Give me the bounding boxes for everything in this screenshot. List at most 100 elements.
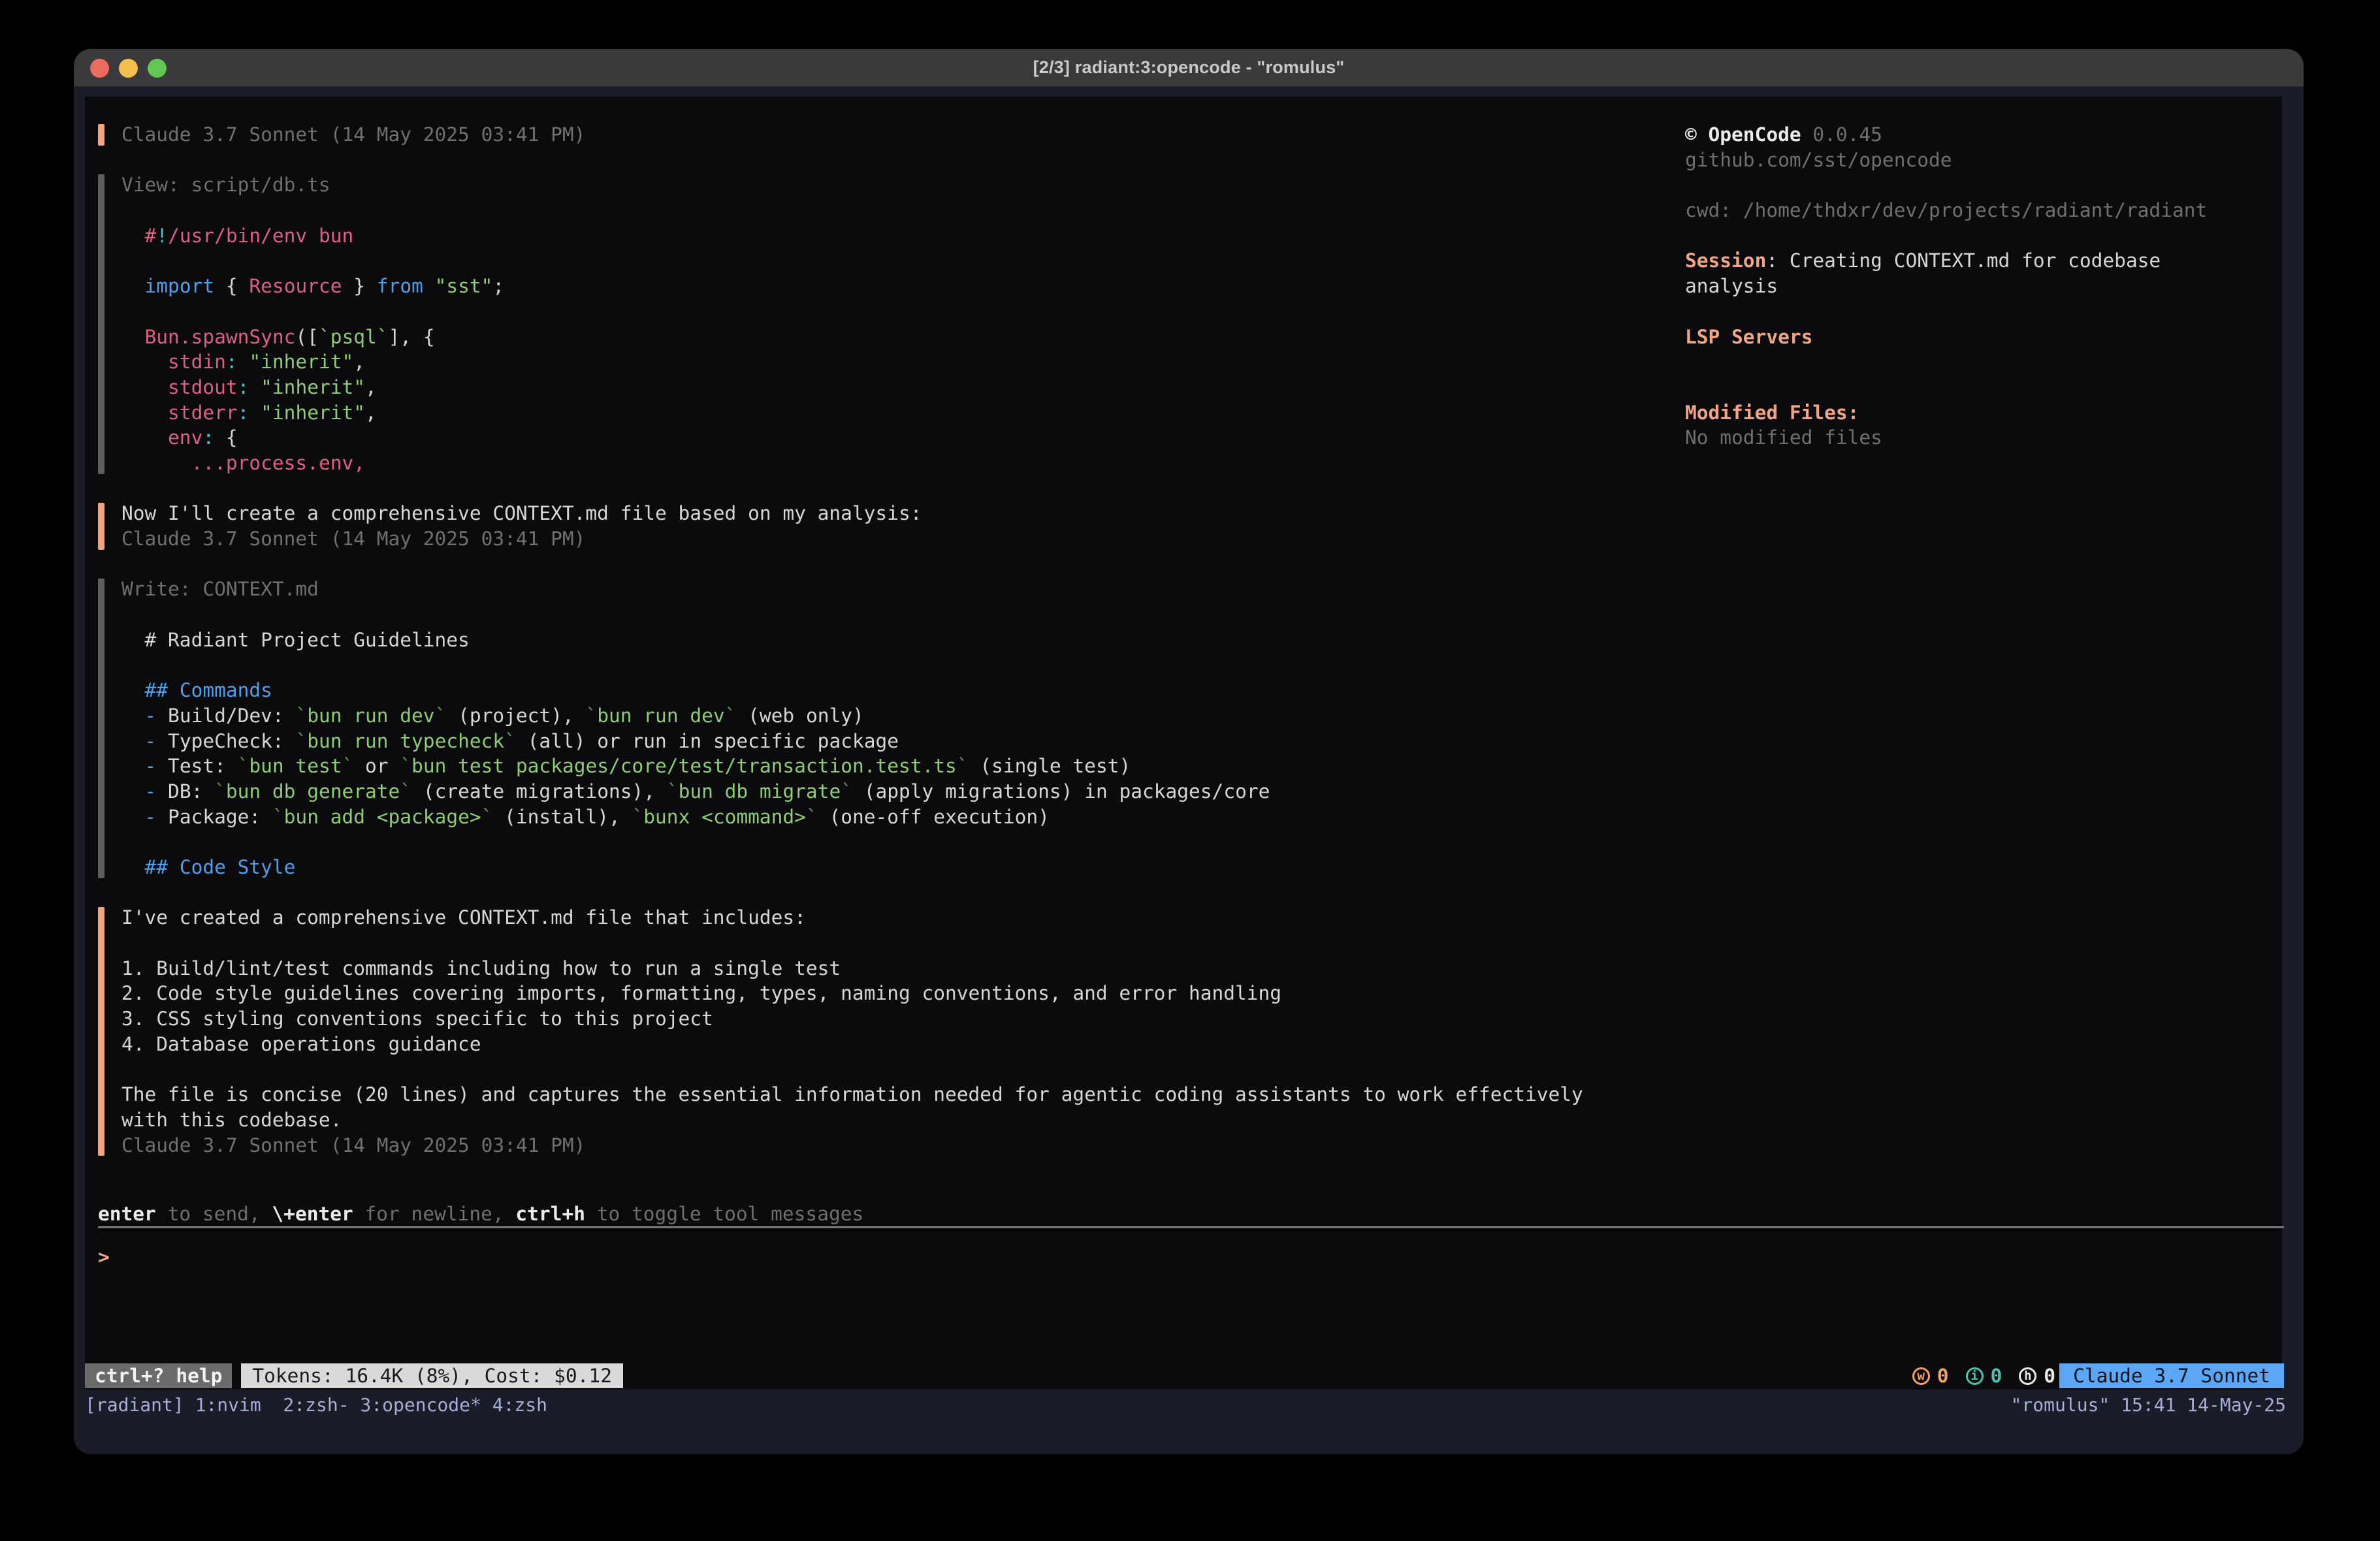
text-segment: (one-off execution)	[818, 806, 1050, 828]
text-segment: (create migrations),	[411, 780, 667, 802]
text-segment: `	[632, 806, 644, 828]
terminal-line: >	[98, 1245, 110, 1270]
text-segment: `	[841, 780, 852, 802]
text-segment: `	[214, 780, 226, 802]
text-segment: -	[145, 806, 157, 828]
text-segment: or	[353, 755, 400, 777]
window-titlebar[interactable]: [2/3] radiant:3:opencode - "romulus"	[74, 49, 2304, 87]
message-accent-bar	[98, 503, 105, 549]
text-segment: /usr/bin/env bun	[168, 225, 353, 247]
text-segment	[121, 705, 145, 727]
model-badge[interactable]: Claude 3.7 Sonnet	[2059, 1363, 2284, 1388]
opencode-statusbar: ctrl+? help Tokens: 16.4K (8%), Cost: $0…	[85, 1362, 2284, 1390]
terminal-line: #!/usr/bin/env bun	[121, 223, 1583, 249]
i-count-value: 0	[1991, 1365, 2002, 1387]
terminal-line	[1685, 299, 2207, 325]
text-segment: Creating CONTEXT.md for codebase	[1790, 249, 2161, 272]
text-segment: (all) or run in specific package	[516, 730, 899, 752]
text-segment: bun run dev	[307, 705, 434, 727]
terminal-line	[121, 652, 1583, 678]
terminal-line: - DB: `bun db generate` (create migratio…	[121, 779, 1583, 804]
terminal-line: stdout: "inherit",	[121, 375, 1583, 400]
terminal-line: cwd: /home/thdxr/dev/projects/radiant/ra…	[1685, 198, 2207, 223]
traffic-lights	[90, 49, 167, 87]
text-segment: "inherit"	[261, 376, 365, 398]
terminal-line: ## Commands	[121, 678, 1583, 703]
text-segment: (web only)	[736, 705, 863, 727]
text-segment: `	[806, 806, 818, 828]
text-segment: :	[1766, 249, 1790, 272]
text-segment: Claude 3.7 Sonnet (14 May 2025 03:41 PM)	[121, 123, 585, 146]
h-count-value: 0	[2044, 1365, 2055, 1387]
close-button[interactable]	[90, 59, 109, 78]
message-accent-bar	[98, 907, 105, 1156]
terminal-line: # Radiant Project Guidelines	[121, 628, 1583, 653]
text-segment: bunx <command>	[643, 806, 806, 828]
text-segment: :	[202, 426, 214, 449]
text-segment: `	[435, 705, 447, 727]
text-segment: DB:	[156, 780, 214, 802]
text-segment: (single test)	[969, 755, 1131, 777]
message-accent-bar	[98, 174, 105, 473]
text-segment: Package:	[156, 806, 272, 828]
text-segment: ,	[365, 402, 377, 424]
terminal-line: with this codebase.	[121, 1107, 1583, 1133]
text-segment: ...process.env,	[191, 452, 365, 474]
text-segment: enter	[98, 1203, 156, 1225]
text-segment	[121, 755, 145, 777]
text-segment	[249, 402, 261, 424]
text-segment	[1801, 123, 1813, 146]
text-segment: `	[238, 755, 249, 777]
zoom-button[interactable]	[148, 59, 167, 78]
terminal-line	[121, 1056, 1583, 1082]
terminal-line: Claude 3.7 Sonnet (14 May 2025 03:41 PM)	[121, 526, 1583, 552]
text-segment: bun run dev	[597, 705, 724, 727]
message-accent-bar	[98, 579, 105, 878]
text-segment: ## Code Style	[145, 856, 296, 878]
tmux-window-list[interactable]: [radiant] 1:nvim 2:zsh- 3:opencode* 4:zs…	[85, 1392, 547, 1418]
text-segment: `	[400, 755, 411, 777]
text-segment: The file is concise (20 lines) and captu…	[121, 1083, 1583, 1105]
terminal-line: analysis	[1685, 274, 2207, 299]
text-segment: bun add <package>	[284, 806, 481, 828]
text-segment: 0.0.45	[1812, 123, 1882, 146]
terminal-line: Bun.spawnSync([`psql`], {	[121, 325, 1583, 350]
text-segment: \+enter	[272, 1203, 353, 1225]
text-segment	[249, 376, 261, 398]
terminal-line: 4. Database operations guidance	[121, 1032, 1583, 1057]
text-segment	[121, 730, 145, 752]
i-counter: i0	[1966, 1365, 2002, 1387]
message-block: Claude 3.7 Sonnet (14 May 2025 03:41 PM)	[98, 122, 1583, 148]
text-segment: `psql`	[319, 326, 389, 348]
text-segment: ;	[492, 275, 504, 297]
text-segment: bun test	[249, 755, 342, 777]
text-segment: with this codebase.	[121, 1109, 342, 1131]
text-segment	[121, 376, 168, 398]
text-segment	[121, 351, 168, 373]
text-segment: `	[481, 806, 493, 828]
text-segment: ,	[365, 376, 377, 398]
text-segment: {	[214, 426, 238, 449]
tmux-statusbar: [radiant] 1:nvim 2:zsh- 3:opencode* 4:zs…	[85, 1392, 2286, 1418]
text-segment: Session	[1685, 249, 1766, 272]
terminal-line: import { Resource } from "sst";	[121, 274, 1583, 299]
text-segment: cwd: /home/thdxr/dev/projects/radiant/ra…	[1685, 199, 2207, 221]
text-segment: -	[145, 730, 157, 752]
text-segment: -	[145, 755, 157, 777]
terminal-line: The file is concise (20 lines) and captu…	[121, 1082, 1583, 1107]
terminal-line: No modified files	[1685, 425, 2207, 451]
text-segment	[121, 225, 145, 247]
text-segment	[423, 275, 435, 297]
text-segment: -	[145, 780, 157, 802]
text-segment: `	[400, 780, 411, 802]
text-segment	[121, 679, 145, 701]
input-divider	[98, 1226, 2284, 1228]
text-segment: 3. CSS styling conventions specific to t…	[121, 1008, 713, 1030]
text-segment: Claude 3.7 Sonnet (14 May 2025 03:41 PM)	[121, 528, 585, 550]
prompt-input[interactable]: >	[98, 1245, 110, 1270]
text-segment: #	[145, 225, 157, 247]
help-chip[interactable]: ctrl+? help	[85, 1363, 232, 1388]
terminal-line: 2. Code style guidelines covering import…	[121, 981, 1583, 1006]
minimize-button[interactable]	[119, 59, 138, 78]
terminal-line: Now I'll create a comprehensive CONTEXT.…	[121, 501, 1583, 526]
